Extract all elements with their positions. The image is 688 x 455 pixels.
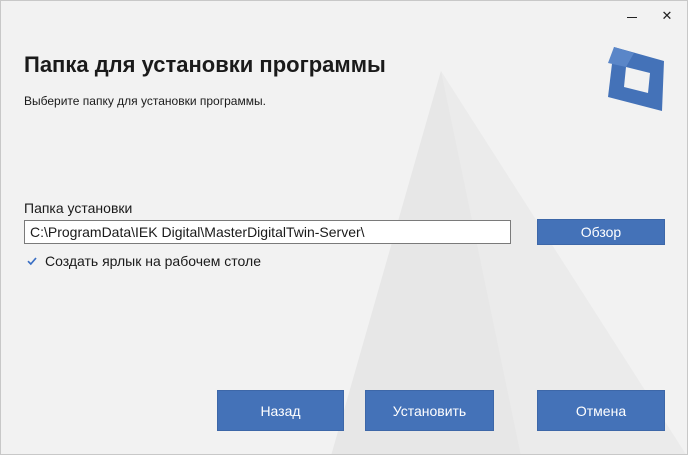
back-button[interactable]: Назад — [217, 390, 344, 431]
page-subtitle: Выберите папку для установки программы. — [24, 94, 266, 108]
create-shortcut-option[interactable]: Создать ярлык на рабочем столе — [25, 253, 261, 269]
installer-window: ✕ Папка для установки программы Выберите… — [0, 0, 688, 455]
browse-button[interactable]: Обзор — [537, 219, 665, 245]
cancel-button[interactable]: Отмена — [537, 390, 665, 431]
app-logo-icon — [608, 47, 664, 111]
minimize-button[interactable] — [617, 5, 647, 27]
create-shortcut-checkbox[interactable] — [25, 255, 38, 268]
install-button[interactable]: Установить — [365, 390, 494, 431]
close-icon: ✕ — [661, 8, 673, 23]
close-button[interactable]: ✕ — [652, 5, 682, 27]
install-path-input[interactable] — [24, 220, 511, 244]
create-shortcut-label: Создать ярлык на рабочем столе — [45, 253, 261, 269]
install-folder-label: Папка установки — [24, 200, 133, 216]
minimize-icon — [627, 16, 637, 18]
page-title: Папка для установки программы — [24, 52, 386, 77]
checkmark-icon — [26, 257, 37, 266]
